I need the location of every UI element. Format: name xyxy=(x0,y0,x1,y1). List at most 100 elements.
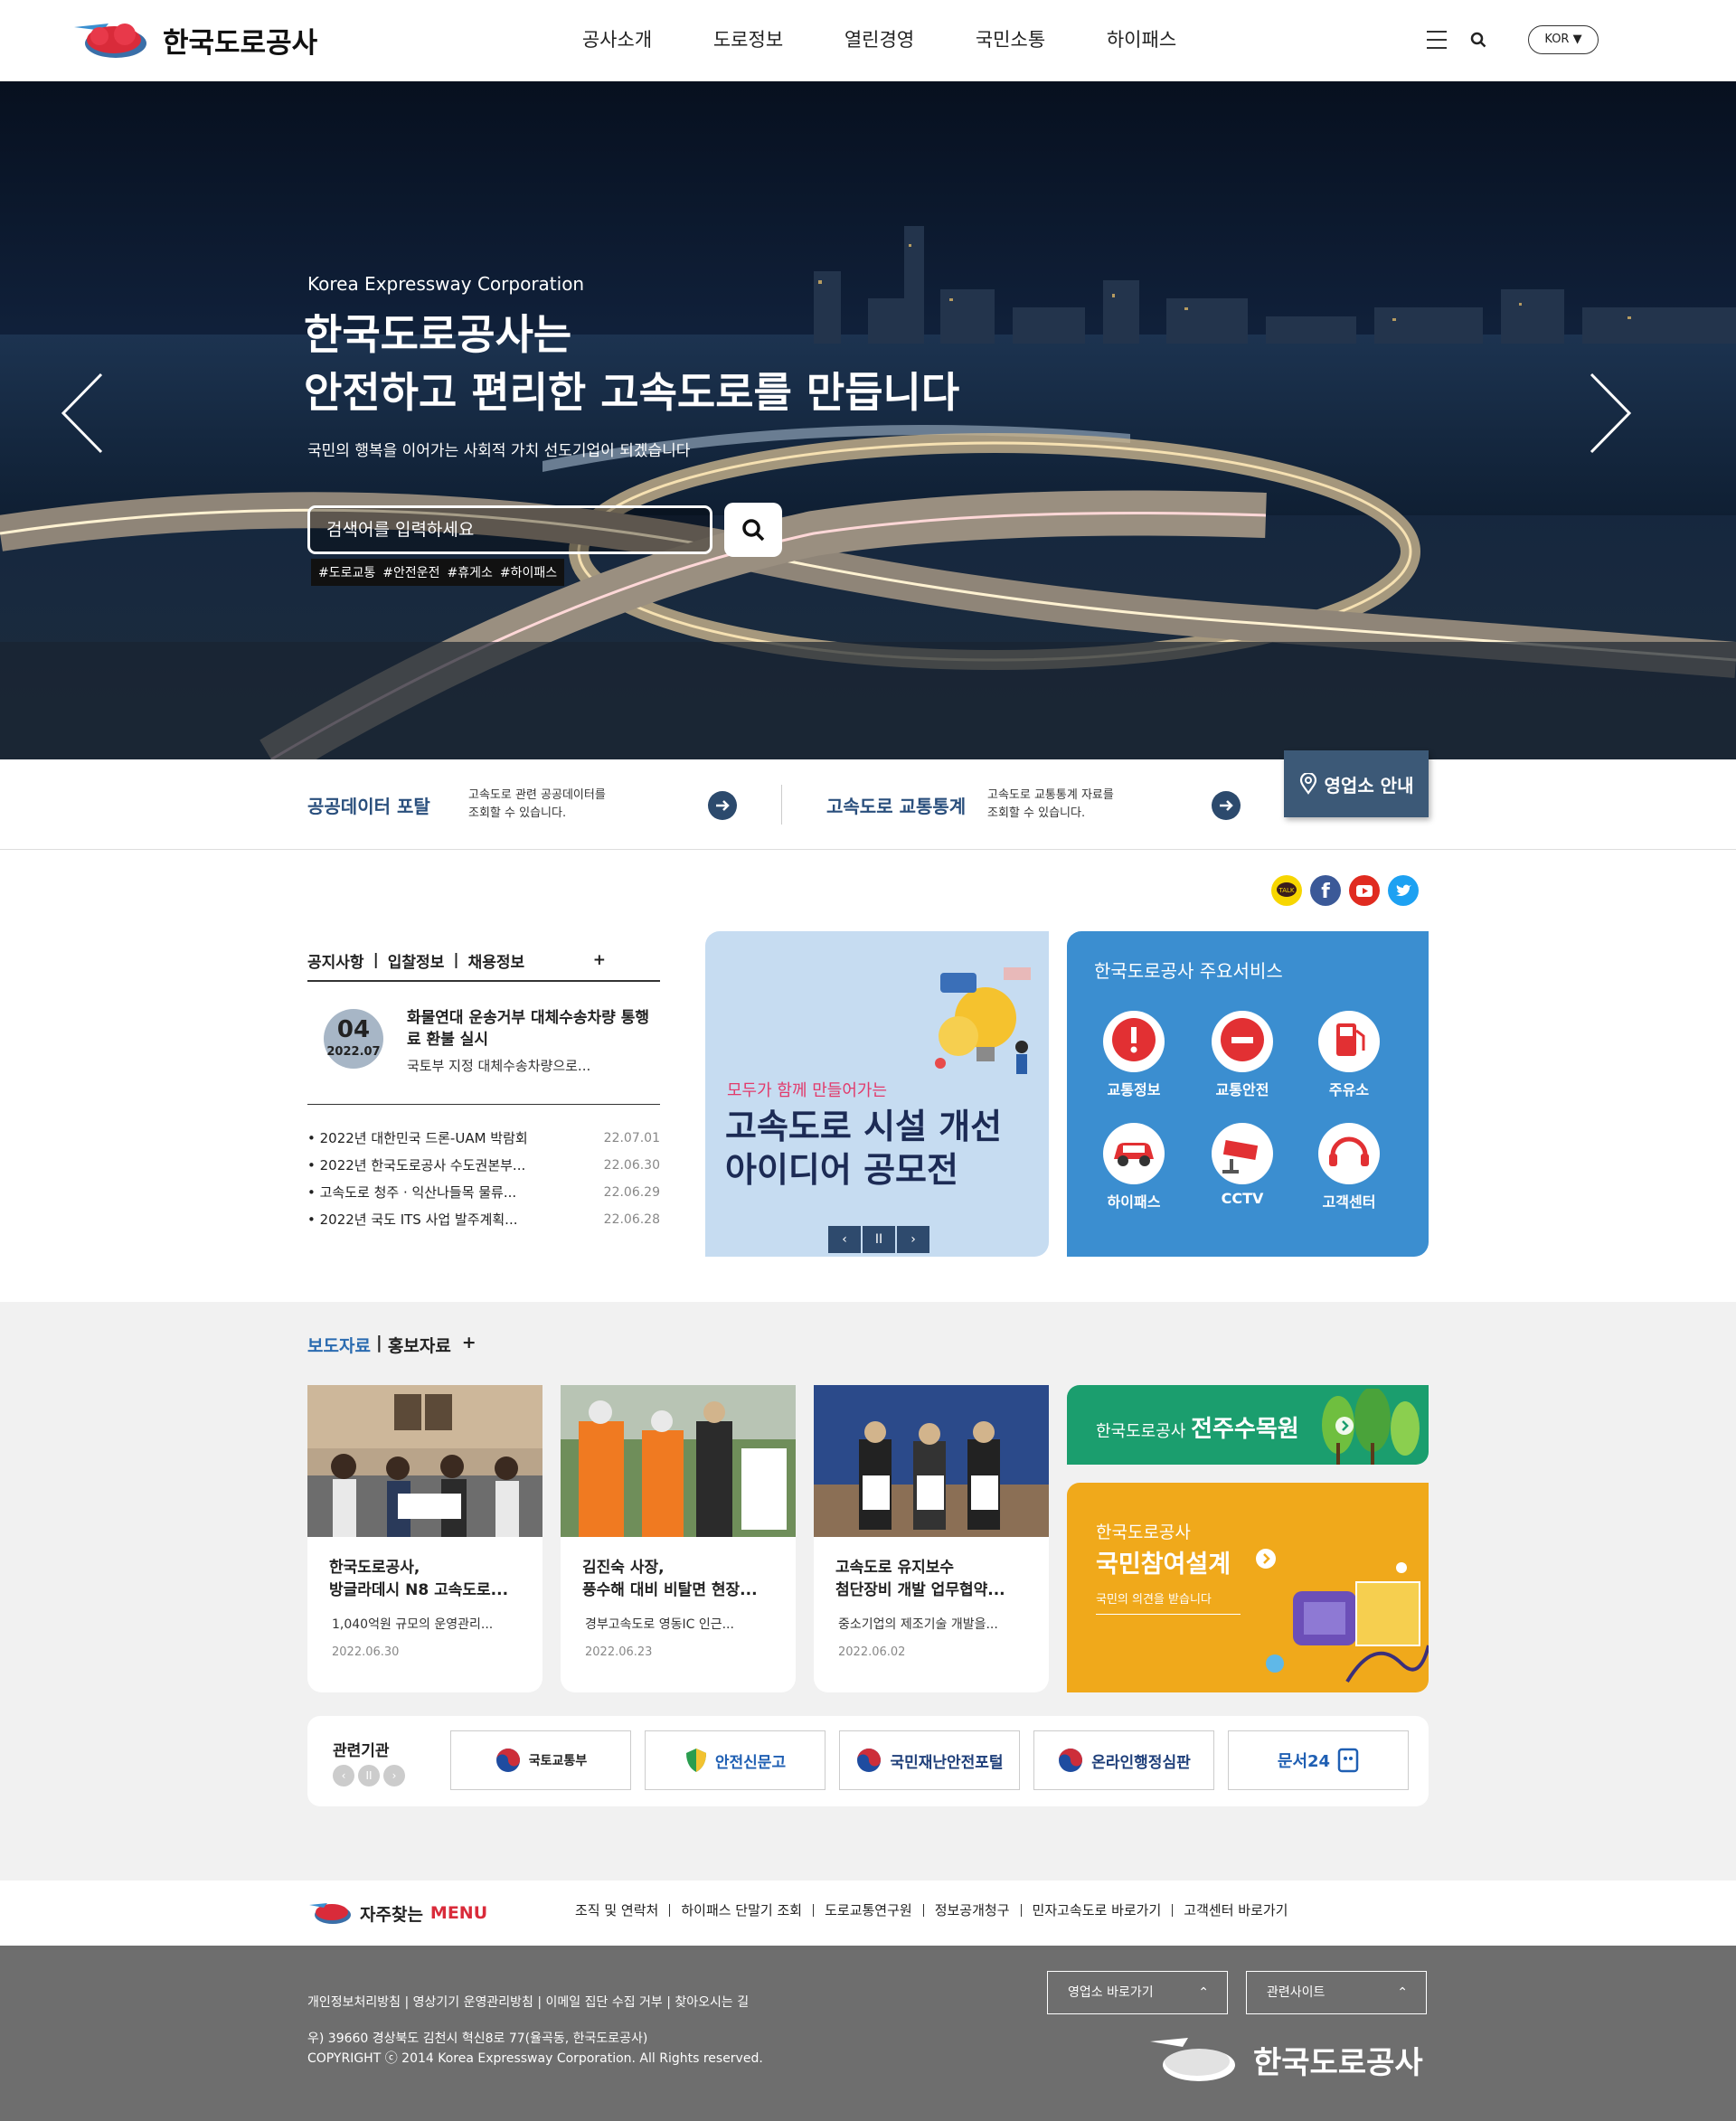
trees-illustration xyxy=(1322,1389,1420,1465)
freq-link[interactable]: 조직 및 연락처 xyxy=(575,1904,669,1918)
press-title: 한국도로공사, 방글라데시 N8 고속도로... xyxy=(329,1559,509,1599)
quick-traffic-stats[interactable]: 고속도로 교통통계 고속도로 교통통계 자료를 조회할 수 있습니다. xyxy=(826,759,1114,850)
list-item[interactable]: • 고속도로 청주 · 익산나들목 물류... 22.06.29 xyxy=(307,1179,660,1206)
press-title: 고속도로 유지보수 첨단장비 개발 업무협약... xyxy=(835,1559,1005,1599)
nav-item-communication[interactable]: 국민소통 xyxy=(945,25,1076,52)
date-badge: 04 2022.07 xyxy=(324,1009,383,1069)
tab-promotion[interactable]: 홍보자료 xyxy=(388,1333,451,1357)
arrow-right-icon[interactable] xyxy=(1212,791,1241,820)
location-pin-icon xyxy=(1299,773,1316,795)
footer-logo: 한국도로공사 xyxy=(1148,2034,1423,2085)
press-photo xyxy=(814,1385,1049,1537)
press-card[interactable]: 김진숙 사장, 풍수해 대비 비탈면 현장... 경부고속도로 영동IC 인근.… xyxy=(561,1385,796,1692)
lightbulb-illustration xyxy=(935,967,1031,1074)
prev-button[interactable]: ‹ xyxy=(828,1226,861,1253)
notice-featured[interactable]: 04 2022.07 화물연대 운송거부 대체수송차량 통행료 환불 실시 국토… xyxy=(307,995,660,1105)
nav-item-company[interactable]: 공사소개 xyxy=(552,25,683,52)
hero-title: 한국도로공사는 안전하고 편리한 고속도로를 만듭니다 xyxy=(304,310,960,417)
freq-link[interactable]: 정보공개청구 xyxy=(922,1904,1021,1918)
quick-public-data[interactable]: 공공데이터 포탈 고속도로 관련 공공데이터를 조회할 수 있습니다. xyxy=(307,759,606,850)
related-sites-select[interactable]: 관련사이트 ⌃ xyxy=(1246,1971,1427,2014)
facebook-icon[interactable]: f xyxy=(1310,875,1341,906)
list-item[interactable]: • 2022년 한국도로공사 수도권본부... 22.06.30 xyxy=(307,1152,660,1179)
nav-item-hipass[interactable]: 하이패스 xyxy=(1076,25,1207,52)
search-icon[interactable] xyxy=(1470,32,1486,48)
main-nav: 공사소개 도로정보 열린경영 국민소통 하이패스 xyxy=(552,25,1207,52)
pause-button[interactable]: II xyxy=(358,1765,380,1786)
org-link-disaster-portal[interactable]: 국민재난안전포털 xyxy=(839,1730,1020,1790)
arboretum-title: 한국도로공사 전주수목원 xyxy=(1096,1416,1299,1443)
idea-contest-banner[interactable]: 모두가 함께 만들어가는 고속도로 시설 개선 아이디어 공모전 ‹ II › xyxy=(705,931,1049,1257)
footer: 개인정보처리방침 | 영상기기 운영관리방침 | 이메일 집단 수집 거부 | … xyxy=(0,1946,1736,2121)
more-button[interactable]: + xyxy=(462,1333,476,1357)
list-item[interactable]: • 2022년 대한민국 드론-UAM 박람회 22.07.01 xyxy=(307,1125,660,1152)
tab-recruit[interactable]: 채용정보 xyxy=(468,949,525,972)
tab-press-release[interactable]: 보도자료 xyxy=(307,1333,371,1357)
notice-list: • 2022년 대한민국 드론-UAM 박람회 22.07.01 • 2022년 … xyxy=(307,1125,660,1233)
chevron-right-icon[interactable] xyxy=(1588,372,1633,454)
kakaotalk-icon[interactable]: TALK xyxy=(1271,875,1302,906)
frequent-menu-title: 자주찾는 MENU xyxy=(307,1900,487,1926)
prev-button[interactable]: ‹ xyxy=(333,1765,354,1786)
press-date: 2022.06.23 xyxy=(585,1645,653,1659)
service-hipass[interactable]: 하이패스 xyxy=(1089,1123,1179,1211)
org-link-admin-appeals[interactable]: 온라인행정심판 xyxy=(1033,1730,1214,1790)
arboretum-banner[interactable]: 한국도로공사 전주수목원 xyxy=(1067,1385,1429,1465)
tag-link[interactable]: #안전운전 xyxy=(382,563,439,581)
hero-search-input[interactable]: 검색어를 입력하세요 xyxy=(307,505,712,554)
freq-link[interactable]: 고객센터 바로가기 xyxy=(1172,1904,1298,1918)
main-services-panel: 한국도로공사 주요서비스 교통정보 교통안전 주유소 하이패스 CCTV 고객센… xyxy=(1067,931,1429,1257)
freq-link[interactable]: 도로교통연구원 xyxy=(813,1904,923,1918)
service-customer-center[interactable]: 고객센터 xyxy=(1304,1123,1394,1211)
notice-tabs: 공지사항 | 입찰정보 | 채용정보 + xyxy=(307,940,660,982)
org-link-docs24[interactable]: 문서24 xyxy=(1228,1730,1409,1790)
press-desc: 경부고속도로 영동IC 인근... xyxy=(585,1617,734,1632)
next-button[interactable]: › xyxy=(897,1226,929,1253)
pause-button[interactable]: II xyxy=(863,1226,895,1253)
press-card[interactable]: 고속도로 유지보수 첨단장비 개발 업무협약... 중소기업의 제조기술 개발을… xyxy=(814,1385,1049,1692)
logo[interactable]: 한국도로공사 xyxy=(72,18,317,61)
no-entry-icon xyxy=(1212,1011,1273,1072)
taegeuk-icon xyxy=(1059,1749,1083,1772)
service-traffic-info[interactable]: 교통정보 xyxy=(1089,1011,1179,1099)
tag-link[interactable]: #휴게소 xyxy=(448,563,493,581)
branch-office-button[interactable]: 영업소 안내 xyxy=(1284,750,1429,817)
service-gas-station[interactable]: 주유소 xyxy=(1304,1011,1394,1099)
tab-notice[interactable]: 공지사항 xyxy=(307,949,364,972)
list-item[interactable]: • 2022년 국도 ITS 사업 발주계획... 22.06.28 xyxy=(307,1206,660,1233)
service-traffic-safety[interactable]: 교통안전 xyxy=(1197,1011,1288,1099)
press-tabs: 보도자료 | 홍보자료 + xyxy=(307,1333,476,1357)
quick-desc: 고속도로 관련 공공데이터를 조회할 수 있습니다. xyxy=(468,788,606,820)
nav-item-open-management[interactable]: 열린경영 xyxy=(814,25,945,52)
freq-link[interactable]: 민자고속도로 바로가기 xyxy=(1020,1904,1173,1918)
alert-icon xyxy=(1103,1011,1165,1072)
banner-subtitle: 모두가 함께 만들어가는 xyxy=(727,1081,888,1100)
tab-bid[interactable]: 입찰정보 xyxy=(388,949,445,972)
press-card[interactable]: 한국도로공사, 방글라데시 N8 고속도로... 1,040억원 규모의 운영관… xyxy=(307,1385,542,1692)
branch-office-select[interactable]: 영업소 바로가기 ⌃ xyxy=(1047,1971,1228,2014)
public-design-banner[interactable]: 한국도로공사 국민참여설계 국민의 의견을 받습니다 xyxy=(1067,1483,1429,1692)
freq-link[interactable]: 하이패스 단말기 조회 xyxy=(669,1904,813,1918)
hero-search-button[interactable] xyxy=(724,503,782,557)
brand-name: 한국도로공사 xyxy=(163,26,318,60)
tag-link[interactable]: #도로교통 xyxy=(318,563,375,581)
language-select[interactable]: KOR ▼ xyxy=(1528,25,1599,54)
org-link-safety-report[interactable]: 안전신문고 xyxy=(645,1730,826,1790)
menu-icon[interactable] xyxy=(1427,31,1447,49)
tag-link[interactable]: #하이패스 xyxy=(500,563,557,581)
chevron-up-icon: ⌃ xyxy=(1198,1985,1209,2000)
branch-office-label: 영업소 안내 xyxy=(1324,774,1414,797)
taegeuk-icon xyxy=(857,1749,882,1772)
youtube-icon[interactable] xyxy=(1349,875,1380,906)
arrow-right-icon[interactable] xyxy=(708,791,737,820)
org-link-molit[interactable]: 국토교통부 xyxy=(450,1730,631,1790)
hero-description: 국민의 행복을 이어가는 사회적 가치 선도기업이 되겠습니다 xyxy=(307,442,691,460)
quick-desc: 고속도로 교통통계 자료를 조회할 수 있습니다. xyxy=(987,788,1114,820)
more-button[interactable]: + xyxy=(593,951,606,969)
service-cctv[interactable]: CCTV xyxy=(1197,1123,1288,1207)
twitter-icon[interactable] xyxy=(1388,875,1419,906)
footer-policy-links[interactable]: 개인정보처리방침 | 영상기기 운영관리방침 | 이메일 집단 수집 거부 | … xyxy=(307,1993,749,2011)
next-button[interactable]: › xyxy=(383,1765,405,1786)
nav-item-road-info[interactable]: 도로정보 xyxy=(683,25,814,52)
chevron-left-icon[interactable] xyxy=(60,372,105,454)
